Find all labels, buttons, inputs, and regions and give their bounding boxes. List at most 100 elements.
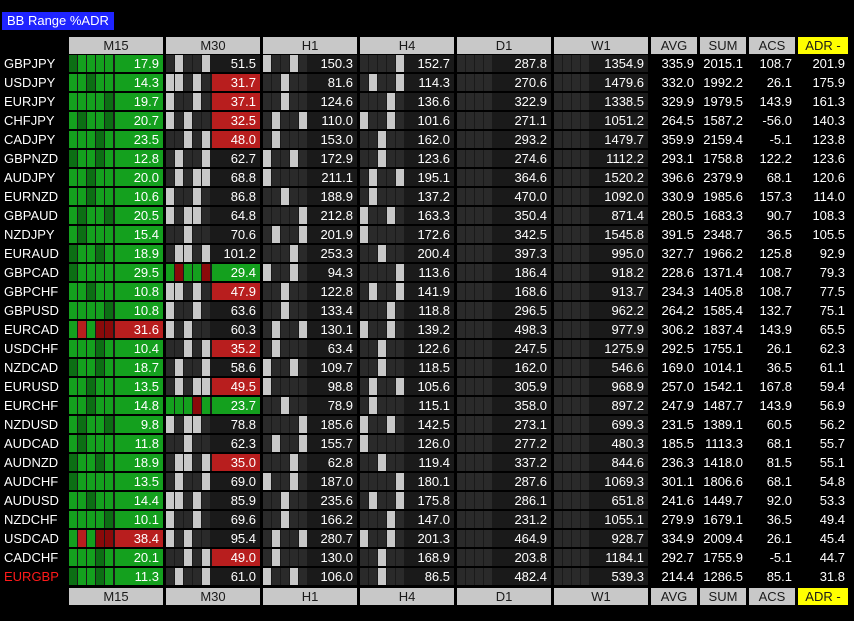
bar-segment [378, 568, 386, 585]
bar-segment [554, 169, 562, 186]
footer-m30[interactable]: M30 [166, 588, 260, 605]
symbol-label[interactable]: CHFJPY [4, 111, 66, 130]
bar-segment [290, 321, 298, 338]
tf-value: 63.4 [327, 341, 353, 356]
bar-segment [272, 511, 280, 528]
header-acs[interactable]: ACS [749, 37, 795, 54]
symbol-label[interactable]: EURNZD [4, 187, 66, 206]
bar-segment [193, 55, 201, 72]
footer-avg[interactable]: AVG [651, 588, 697, 605]
bar-segment [387, 549, 395, 566]
symbol-label[interactable]: CADJPY [4, 130, 66, 149]
symbol-label[interactable]: GBPCAD [4, 263, 66, 282]
bar-segment [272, 359, 280, 376]
bar-segment [290, 435, 298, 452]
tf-cell-h4: 86.5 [360, 568, 454, 585]
symbol-label[interactable]: EURJPY [4, 92, 66, 111]
footer-adr[interactable]: ADR - [798, 588, 848, 605]
header-avg[interactable]: AVG [651, 37, 697, 54]
tf-value: 38.4 [133, 531, 159, 546]
tf-cell-m15: 29.5 [69, 264, 163, 281]
tf-value: 14.8 [133, 398, 159, 413]
adr-value: 140.3 [812, 113, 845, 128]
symbol-label[interactable]: GBPNZD [4, 149, 66, 168]
symbol-label[interactable]: USDCHF [4, 339, 66, 358]
symbol-label[interactable]: GBPUSD [4, 301, 66, 320]
tf-value: 19.7 [133, 94, 159, 109]
symbol-label[interactable]: AUDCHF [4, 472, 66, 491]
footer-h1[interactable]: H1 [263, 588, 357, 605]
symbol-label[interactable]: EURCHF [4, 396, 66, 415]
tf-cell-m15: 18.9 [69, 454, 163, 471]
tf-cell-h1: 81.6 [263, 74, 357, 91]
bar-segment [193, 302, 201, 319]
symbol-label[interactable]: NZDUSD [4, 415, 66, 434]
bar-segment [78, 359, 86, 376]
bar-segment [69, 264, 77, 281]
header-w1[interactable]: W1 [554, 37, 648, 54]
header-d1[interactable]: D1 [457, 37, 551, 54]
sum-value: 1966.2 [703, 246, 743, 261]
bar-segment [272, 74, 280, 91]
bar-segment [378, 492, 386, 509]
acs-value: 68.1 [766, 436, 792, 451]
bar-segment [466, 150, 474, 167]
symbol-label[interactable]: NZDJPY [4, 225, 66, 244]
symbol-label[interactable]: EURCAD [4, 320, 66, 339]
symbol-label[interactable]: AUDJPY [4, 168, 66, 187]
symbol-label[interactable]: CADCHF [4, 548, 66, 567]
symbol-label[interactable]: AUDNZD [4, 453, 66, 472]
header-m30[interactable]: M30 [166, 37, 260, 54]
footer-h4[interactable]: H4 [360, 588, 454, 605]
bar-segment [166, 549, 174, 566]
bar-segment [175, 340, 183, 357]
symbol-label[interactable]: EURUSD [4, 377, 66, 396]
sum-value: 1755.1 [703, 341, 743, 356]
symbol-label[interactable]: EURAUD [4, 244, 66, 263]
header-adr[interactable]: ADR - [798, 37, 848, 54]
tf-cell-m30: 68.8 [166, 169, 260, 186]
avg-value: 292.7 [661, 550, 694, 565]
symbol-label[interactable]: NZDCHF [4, 510, 66, 529]
symbol-label[interactable]: USDJPY [4, 73, 66, 92]
tf-cell-m15: 31.6 [69, 321, 163, 338]
bar-segment [466, 416, 474, 433]
bar-segment [87, 188, 95, 205]
bar-segment [166, 530, 174, 547]
header-m15[interactable]: M15 [69, 37, 163, 54]
tf-cell-h1: 133.4 [263, 302, 357, 319]
bar-segment [572, 74, 580, 91]
tf-cell-w1: 1051.2 [554, 112, 648, 129]
symbol-label[interactable]: GBPCHF [4, 282, 66, 301]
sum-value: 1418.0 [703, 455, 743, 470]
tf-value: 69.6 [230, 512, 256, 527]
tf-cell-h1: 211.1 [263, 169, 357, 186]
header-h1[interactable]: H1 [263, 37, 357, 54]
symbol-label[interactable]: GBPJPY [4, 54, 66, 73]
header-sum[interactable]: SUM [700, 37, 746, 54]
footer-sum[interactable]: SUM [700, 588, 746, 605]
symbol-label[interactable]: AUDCAD [4, 434, 66, 453]
symbol-label[interactable]: USDCAD [4, 529, 66, 548]
tf-value: 364.6 [514, 170, 547, 185]
acs-value: 157.3 [759, 189, 792, 204]
bar-segment [96, 492, 104, 509]
bar-segment [78, 321, 86, 338]
footer-m15[interactable]: M15 [69, 588, 163, 605]
bar-segment [69, 302, 77, 319]
symbol-label[interactable]: GBPAUD [4, 206, 66, 225]
bar-segment [554, 321, 562, 338]
tf-cell-d1: 305.9 [457, 378, 551, 395]
footer-acs[interactable]: ACS [749, 588, 795, 605]
symbol-label[interactable]: NZDCAD [4, 358, 66, 377]
bar-segment [166, 492, 174, 509]
tf-value: 277.2 [514, 436, 547, 451]
bar-segment [554, 492, 562, 509]
header-h4[interactable]: H4 [360, 37, 454, 54]
symbol-label[interactable]: AUDUSD [4, 491, 66, 510]
symbol-label[interactable]: EURGBP [4, 567, 66, 586]
bar-segment [457, 112, 465, 129]
footer-w1[interactable]: W1 [554, 588, 648, 605]
footer-d1[interactable]: D1 [457, 588, 551, 605]
bar-segment [78, 245, 86, 262]
